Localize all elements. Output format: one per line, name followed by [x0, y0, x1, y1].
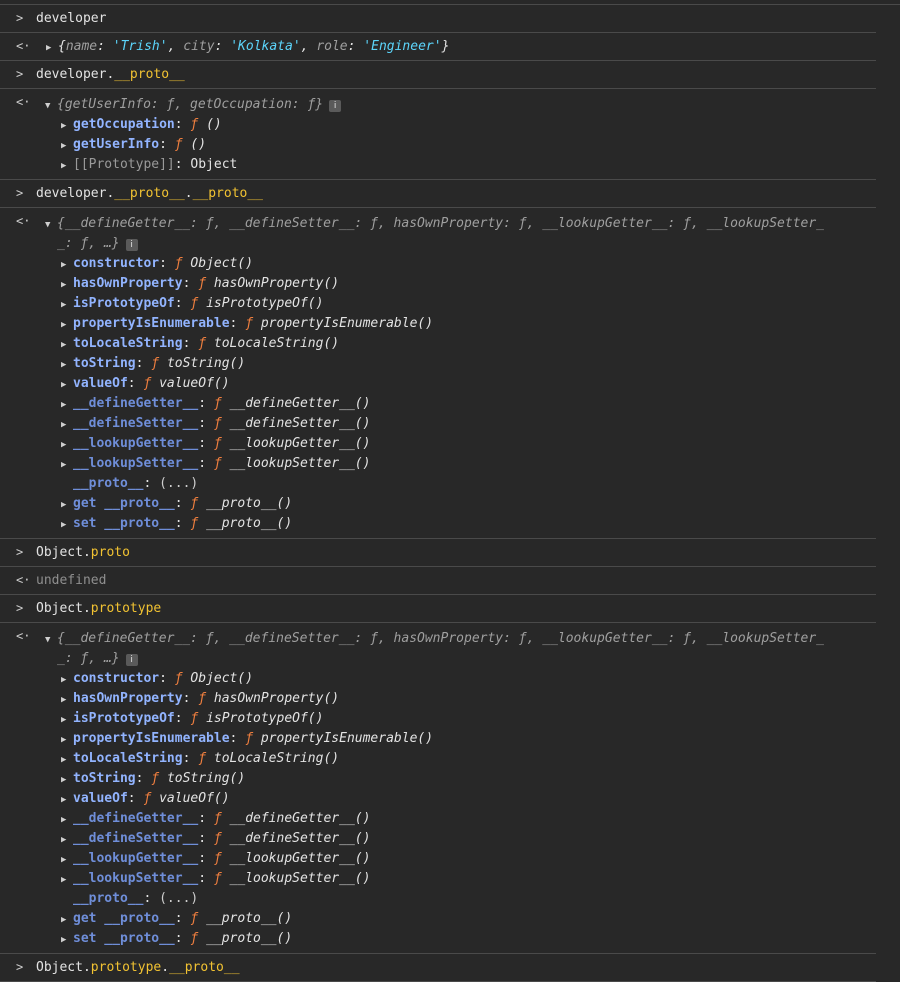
command-text: Object.prototype	[36, 601, 162, 616]
expand-chevron-icon[interactable]: ▶	[61, 375, 73, 395]
expand-chevron-icon[interactable]: ▶	[46, 43, 58, 53]
getter-row[interactable]: ▶ get __proto__: ƒ __proto__()	[0, 909, 876, 929]
setter-row[interactable]: ▶ set __proto__: ƒ __proto__()	[0, 929, 876, 949]
property-row[interactable]: ▶ propertyIsEnumerable: ƒ propertyIsEnume…	[0, 314, 876, 334]
expand-chevron-icon[interactable]: ▶	[61, 395, 73, 415]
property-row[interactable]: ▶ toString: ƒ toString()	[0, 769, 876, 789]
prompt-icon: >	[16, 601, 24, 615]
property-row[interactable]: ▶ __lookupGetter__: ƒ __lookupGetter__()	[0, 434, 876, 454]
expand-chevron-icon[interactable]: ▶	[61, 870, 73, 890]
property-row[interactable]: ▶ __defineSetter__: ƒ __defineSetter__()	[0, 414, 876, 434]
prompt-icon: >	[16, 545, 24, 559]
console-output-undefined: <· undefined	[0, 567, 876, 595]
command-text: developer	[36, 11, 107, 26]
expand-chevron-icon[interactable]: ▶	[61, 670, 73, 690]
expand-chevron-icon[interactable]: ▶	[61, 810, 73, 830]
expand-chevron-icon[interactable]: ▶	[61, 315, 73, 335]
property-row[interactable]: ▶ isPrototypeOf: ƒ isPrototypeOf()	[0, 709, 876, 729]
expand-chevron-icon[interactable]: ▶	[61, 930, 73, 950]
undefined-value: undefined	[36, 573, 107, 588]
expand-chevron-icon[interactable]: ▶	[61, 136, 73, 156]
property-row[interactable]: ▶ getOccupation: ƒ ()	[0, 115, 876, 135]
console-input-object-prototype-proto[interactable]: > Object.prototype.__proto__	[0, 954, 876, 982]
property-row[interactable]: ▶ __defineGetter__: ƒ __defineGetter__()	[0, 809, 876, 829]
info-icon[interactable]: i	[125, 654, 138, 666]
expand-chevron-icon[interactable]: ▶	[61, 830, 73, 850]
proto-accessor-row[interactable]: ▶__proto__: (...)	[0, 889, 876, 909]
property-row[interactable]: ▶ __defineSetter__: ƒ __defineSetter__()	[0, 829, 876, 849]
expand-chevron-icon[interactable]: ▶	[61, 850, 73, 870]
console-input-developer-proto[interactable]: > developer.__proto__	[0, 61, 876, 89]
prototype-row[interactable]: ▶ [[Prototype]]: Object	[0, 155, 876, 175]
command-text: developer.__proto__	[36, 67, 185, 82]
property-row[interactable]: ▶ valueOf: ƒ valueOf()	[0, 374, 876, 394]
expand-chevron-icon[interactable]: ▶	[61, 730, 73, 750]
property-row[interactable]: ▶ constructor: ƒ Object()	[0, 669, 876, 689]
property-row[interactable]: ▶ isPrototypeOf: ƒ isPrototypeOf()	[0, 294, 876, 314]
proto-accessor-row[interactable]: ▶__proto__: (...)	[0, 474, 876, 494]
prompt-icon: >	[16, 11, 24, 25]
console-input-object-prototype[interactable]: > Object.prototype	[0, 595, 876, 623]
console-output-object-prototype-2[interactable]: <· ▼ {__defineGetter__: ƒ, __defineSetter…	[0, 623, 876, 954]
collapse-chevron-icon[interactable]: ▼	[45, 630, 57, 650]
console-input-developer-proto-proto[interactable]: > developer.__proto__.__proto__	[0, 180, 876, 208]
property-row[interactable]: ▶ __lookupGetter__: ƒ __lookupGetter__()	[0, 849, 876, 869]
expand-chevron-icon[interactable]: ▶	[61, 355, 73, 375]
expand-chevron-icon[interactable]: ▶	[61, 790, 73, 810]
collapse-chevron-icon[interactable]: ▼	[45, 96, 57, 116]
property-row[interactable]: ▶ hasOwnProperty: ƒ hasOwnProperty()	[0, 274, 876, 294]
expand-chevron-icon[interactable]: ▶	[61, 116, 73, 136]
prompt-icon: >	[16, 960, 24, 974]
object-preview[interactable]: ▶ {name: 'Trish', city: 'Kolkata', role: …	[46, 39, 449, 54]
setter-row[interactable]: ▶ set __proto__: ƒ __proto__()	[0, 514, 876, 534]
object-summary-continued: _: ƒ, …} i	[0, 649, 876, 669]
property-row[interactable]: ▶ toLocaleString: ƒ toLocaleString()	[0, 749, 876, 769]
expand-chevron-icon[interactable]: ▶	[61, 750, 73, 770]
property-row[interactable]: ▶ valueOf: ƒ valueOf()	[0, 789, 876, 809]
expand-chevron-icon[interactable]: ▶	[61, 455, 73, 475]
info-icon[interactable]: i	[329, 100, 342, 112]
property-row[interactable]: ▶ propertyIsEnumerable: ƒ propertyIsEnume…	[0, 729, 876, 749]
command-text: developer.__proto__.__proto__	[36, 186, 264, 201]
property-row[interactable]: ▶ __defineGetter__: ƒ __defineGetter__()	[0, 394, 876, 414]
collapse-chevron-icon[interactable]: ▼	[45, 215, 57, 235]
expand-chevron-icon[interactable]: ▶	[61, 710, 73, 730]
property-row[interactable]: ▶ __lookupSetter__: ƒ __lookupSetter__()	[0, 869, 876, 889]
property-row[interactable]: ▶ getUserInfo: ƒ ()	[0, 135, 876, 155]
expand-chevron-icon[interactable]: ▶	[61, 295, 73, 315]
console-output-proto[interactable]: <· ▼ {getUserInfo: ƒ, getOccupation: ƒ} i …	[0, 89, 876, 180]
expand-chevron-icon[interactable]: ▶	[61, 495, 73, 515]
console-input-developer[interactable]: > developer	[0, 5, 876, 33]
property-row[interactable]: ▶ hasOwnProperty: ƒ hasOwnProperty()	[0, 689, 876, 709]
expand-chevron-icon[interactable]: ▶	[61, 435, 73, 455]
result-icon: <·	[16, 573, 31, 587]
property-row[interactable]: ▶ toString: ƒ toString()	[0, 354, 876, 374]
object-summary[interactable]: ▼ {__defineGetter__: ƒ, __defineSetter__:…	[0, 629, 876, 649]
object-summary[interactable]: ▼ {getUserInfo: ƒ, getOccupation: ƒ} i	[0, 95, 876, 115]
expand-chevron-icon[interactable]: ▶	[61, 415, 73, 435]
object-summary-continued: _: ƒ, …} i	[0, 234, 876, 254]
expand-chevron-icon[interactable]: ▶	[61, 910, 73, 930]
property-row[interactable]: ▶ __lookupSetter__: ƒ __lookupSetter__()	[0, 454, 876, 474]
info-icon[interactable]: i	[125, 239, 138, 251]
expand-chevron-icon[interactable]: ▶	[61, 515, 73, 535]
result-icon: <·	[16, 39, 31, 53]
prompt-icon: >	[16, 186, 24, 200]
console-input-object-proto[interactable]: > Object.proto	[0, 539, 876, 567]
expand-chevron-icon[interactable]: ▶	[61, 690, 73, 710]
object-summary[interactable]: ▼ {__defineGetter__: ƒ, __defineSetter__:…	[0, 214, 876, 234]
console-output-object[interactable]: <· ▶ {name: 'Trish', city: 'Kolkata', rol…	[0, 33, 876, 61]
expand-chevron-icon[interactable]: ▶	[61, 335, 73, 355]
expand-chevron-icon[interactable]: ▶	[61, 156, 73, 176]
command-text: Object.proto	[36, 545, 130, 560]
property-row[interactable]: ▶ constructor: ƒ Object()	[0, 254, 876, 274]
getter-row[interactable]: ▶ get __proto__: ƒ __proto__()	[0, 494, 876, 514]
expand-chevron-icon[interactable]: ▶	[61, 770, 73, 790]
console-output-object-prototype[interactable]: <· ▼ {__defineGetter__: ƒ, __defineSetter…	[0, 208, 876, 539]
expand-chevron-icon[interactable]: ▶	[61, 255, 73, 275]
prompt-icon: >	[16, 67, 24, 81]
expand-chevron-icon[interactable]: ▶	[61, 275, 73, 295]
property-row[interactable]: ▶ toLocaleString: ƒ toLocaleString()	[0, 334, 876, 354]
